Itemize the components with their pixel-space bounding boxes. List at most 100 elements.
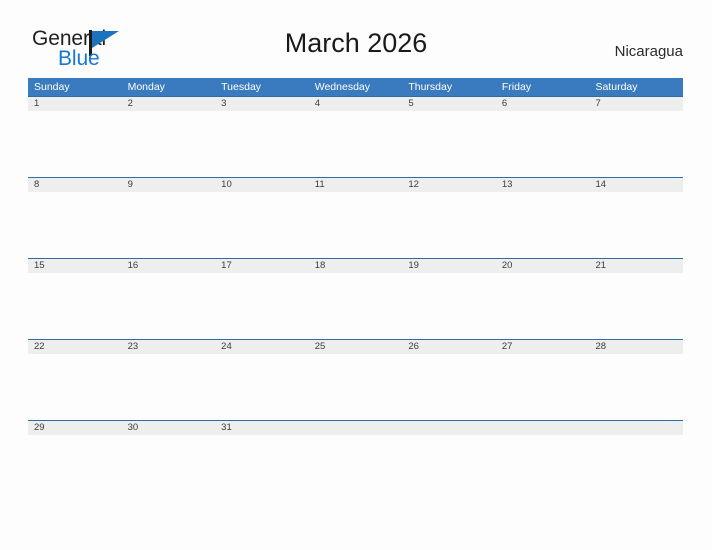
calendar-day-cell[interactable]: 10 [215, 178, 309, 258]
day-events-area[interactable] [28, 111, 122, 177]
day-number: 21 [589, 259, 684, 273]
page-header: General Blue March 2026 Nicaragua [0, 0, 712, 78]
day-events-area[interactable] [28, 273, 122, 339]
day-events-area[interactable] [28, 192, 122, 258]
calendar-day-cell[interactable]: 23 [121, 340, 216, 420]
day-number: 9 [121, 178, 216, 192]
weekday-header-wednesday: Wednesday [314, 81, 370, 93]
day-events-area[interactable] [402, 111, 496, 177]
day-events-area[interactable] [215, 354, 309, 420]
day-events-area[interactable] [215, 435, 309, 501]
day-number: 26 [402, 340, 496, 354]
day-number: 11 [308, 178, 403, 192]
day-events-area[interactable] [122, 192, 216, 258]
day-events-area[interactable] [402, 354, 496, 420]
calendar-day-cell[interactable]: 15 [28, 259, 122, 339]
day-events-area[interactable] [589, 192, 683, 258]
calendar-day-cell[interactable]: 7 [589, 97, 684, 177]
day-number: 25 [308, 340, 403, 354]
day-events-area[interactable] [309, 273, 403, 339]
day-events-area[interactable] [122, 273, 216, 339]
calendar-day-cell[interactable]: 9 [121, 178, 216, 258]
day-events-area[interactable] [309, 354, 403, 420]
day-number: 31 [215, 421, 309, 435]
day-events-area[interactable] [122, 435, 216, 501]
day-events-area[interactable] [215, 192, 309, 258]
day-number: 27 [495, 340, 590, 354]
calendar-day-cell[interactable]: 13 [495, 178, 590, 258]
calendar-day-cell[interactable]: 17 [215, 259, 309, 339]
day-number [589, 421, 684, 435]
day-number [495, 421, 590, 435]
day-events-area[interactable] [589, 111, 683, 177]
day-number: 15 [28, 259, 122, 273]
day-number: 12 [402, 178, 496, 192]
day-number: 29 [28, 421, 122, 435]
day-number: 30 [121, 421, 216, 435]
calendar-day-cell[interactable]: 3 [215, 97, 309, 177]
day-events-area [496, 435, 590, 501]
calendar-day-cell[interactable]: 18 [308, 259, 403, 339]
calendar-day-cell[interactable]: 2 [121, 97, 216, 177]
weekday-header-thursday: Thursday [408, 81, 453, 93]
day-number: 19 [402, 259, 496, 273]
calendar-day-cell[interactable]: 30 [121, 421, 216, 501]
calendar-day-cell[interactable]: 20 [495, 259, 590, 339]
calendar-day-cell[interactable]: 12 [402, 178, 496, 258]
day-number: 23 [121, 340, 216, 354]
day-events-area[interactable] [215, 111, 309, 177]
day-events-area[interactable] [309, 111, 403, 177]
day-events-area[interactable] [496, 111, 590, 177]
calendar-day-cell[interactable]: 28 [589, 340, 684, 420]
day-number: 1 [28, 97, 122, 111]
day-number: 10 [215, 178, 309, 192]
day-events-area[interactable] [402, 273, 496, 339]
day-number [308, 421, 403, 435]
day-number: 20 [495, 259, 590, 273]
calendar-day-cell[interactable]: 31 [215, 421, 309, 501]
calendar-day-cell[interactable]: 27 [495, 340, 590, 420]
calendar-day-cell-empty [589, 421, 684, 501]
day-number: 28 [589, 340, 684, 354]
calendar-week-row: 8 9 10 11 12 13 14 [28, 177, 684, 258]
day-events-area[interactable] [309, 192, 403, 258]
calendar-day-cell[interactable]: 21 [589, 259, 684, 339]
weekday-header-saturday: Saturday [595, 81, 638, 93]
day-events-area[interactable] [122, 354, 216, 420]
day-events-area[interactable] [28, 435, 122, 501]
day-number: 17 [215, 259, 309, 273]
day-number: 2 [121, 97, 216, 111]
day-events-area[interactable] [215, 273, 309, 339]
weekday-header-tuesday: Tuesday [221, 81, 262, 93]
calendar-day-cell[interactable]: 22 [28, 340, 122, 420]
day-events-area[interactable] [589, 273, 683, 339]
day-events-area[interactable] [496, 354, 590, 420]
day-number: 4 [308, 97, 403, 111]
calendar-day-cell[interactable]: 11 [308, 178, 403, 258]
calendar-day-cell[interactable]: 1 [28, 97, 122, 177]
day-number: 18 [308, 259, 403, 273]
calendar-day-cell[interactable]: 8 [28, 178, 122, 258]
weekday-header-sunday: Sunday [34, 81, 70, 93]
calendar-day-cell[interactable]: 16 [121, 259, 216, 339]
calendar-week-row: 1 2 3 4 5 6 7 [28, 96, 684, 177]
day-events-area[interactable] [122, 111, 216, 177]
calendar-day-cell[interactable]: 26 [402, 340, 496, 420]
calendar-week-row: 29 30 31 [28, 420, 684, 501]
calendar-day-cell[interactable]: 19 [402, 259, 496, 339]
day-events-area[interactable] [28, 354, 122, 420]
day-events-area[interactable] [402, 192, 496, 258]
calendar-day-cell[interactable]: 25 [308, 340, 403, 420]
day-number: 8 [28, 178, 122, 192]
calendar-day-cell[interactable]: 29 [28, 421, 122, 501]
calendar-day-cell[interactable]: 6 [495, 97, 590, 177]
day-number: 13 [495, 178, 590, 192]
day-number [402, 421, 496, 435]
calendar-day-cell[interactable]: 4 [308, 97, 403, 177]
day-events-area[interactable] [496, 192, 590, 258]
day-events-area[interactable] [589, 354, 683, 420]
calendar-day-cell[interactable]: 14 [589, 178, 684, 258]
calendar-day-cell[interactable]: 24 [215, 340, 309, 420]
day-events-area[interactable] [496, 273, 590, 339]
calendar-day-cell[interactable]: 5 [402, 97, 496, 177]
